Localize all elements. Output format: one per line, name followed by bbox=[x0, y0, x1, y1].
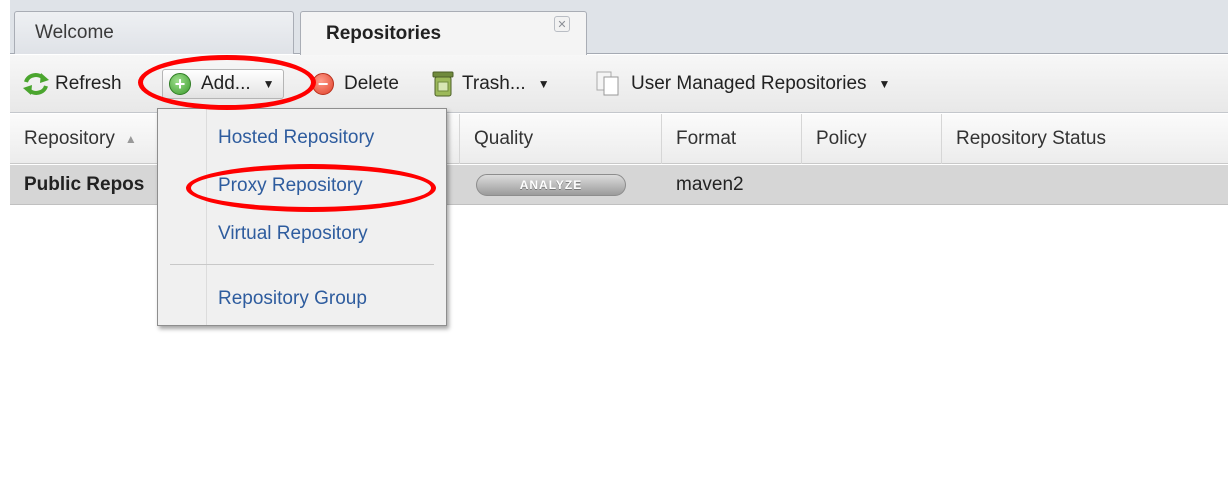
annotation-circle-proxy bbox=[186, 164, 436, 212]
annotation-circle-add bbox=[138, 55, 316, 110]
column-format-label: Format bbox=[676, 128, 737, 149]
menu-item-hosted-repository[interactable]: Hosted Repository bbox=[218, 127, 374, 149]
pages-icon bbox=[595, 70, 625, 98]
left-window-edge bbox=[0, 0, 10, 492]
menu-item-virtual-repository[interactable]: Virtual Repository bbox=[218, 223, 368, 245]
trash-button[interactable]: Trash... ▼ bbox=[432, 69, 550, 99]
analyze-button[interactable]: ANALYZE bbox=[476, 174, 626, 196]
trash-label: Trash... bbox=[462, 73, 526, 94]
refresh-button[interactable]: Refresh bbox=[22, 69, 122, 99]
delete-button[interactable]: − Delete bbox=[312, 69, 399, 99]
menu-item-repository-group[interactable]: Repository Group bbox=[218, 288, 367, 310]
quality-cell: ANALYZE bbox=[476, 165, 626, 205]
sort-ascending-icon: ▲ bbox=[124, 132, 137, 146]
repository-name: Public Repos bbox=[24, 174, 145, 195]
trash-icon bbox=[432, 71, 454, 97]
chevron-down-icon: ▼ bbox=[878, 77, 891, 91]
column-header-policy[interactable]: Policy bbox=[802, 114, 942, 164]
column-repository-label: Repository bbox=[24, 128, 115, 149]
close-tab-icon[interactable]: ✕ bbox=[554, 16, 570, 32]
column-quality-label: Quality bbox=[474, 128, 534, 149]
column-header-repository[interactable]: Repository ▲ bbox=[10, 114, 158, 164]
tab-repositories-label: Repositories bbox=[326, 22, 442, 44]
tab-welcome-label: Welcome bbox=[35, 22, 114, 43]
tab-strip: Welcome Repositories ✕ bbox=[10, 0, 1228, 55]
delete-label: Delete bbox=[344, 73, 399, 94]
column-header-format[interactable]: Format bbox=[662, 114, 802, 164]
refresh-icon bbox=[22, 71, 50, 97]
tab-welcome[interactable]: Welcome bbox=[14, 11, 294, 54]
user-managed-label: User Managed Repositories bbox=[631, 73, 867, 94]
column-policy-label: Policy bbox=[816, 128, 867, 149]
column-header-quality[interactable]: Quality bbox=[460, 114, 662, 164]
column-status-label: Repository Status bbox=[956, 128, 1106, 149]
add-dropdown-menu: Hosted Repository Proxy Repository Virtu… bbox=[157, 108, 447, 326]
refresh-label: Refresh bbox=[55, 73, 122, 94]
repository-format: maven2 bbox=[676, 174, 744, 195]
chevron-down-icon: ▼ bbox=[537, 77, 550, 91]
menu-icon-gutter-divider bbox=[206, 109, 207, 325]
tab-repositories[interactable]: Repositories ✕ bbox=[300, 11, 587, 55]
user-managed-repositories-button[interactable]: User Managed Repositories ▼ bbox=[595, 69, 890, 99]
repositories-panel: Welcome Repositories ✕ Refresh + Add... … bbox=[10, 0, 1228, 492]
menu-divider bbox=[170, 264, 434, 265]
column-header-status[interactable]: Repository Status bbox=[942, 114, 1228, 164]
